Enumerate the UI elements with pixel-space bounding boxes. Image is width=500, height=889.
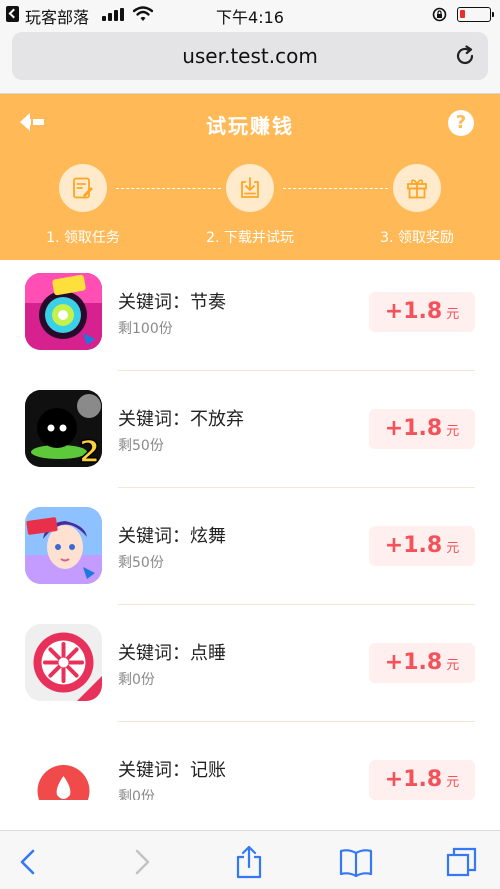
step-2-circle xyxy=(226,164,274,212)
page-title: 试玩赚钱 xyxy=(206,114,294,138)
app-icon-give-it-up: 2 xyxy=(25,390,102,467)
task-remaining: 剩50份 xyxy=(118,438,164,454)
reward-amount: +1.8 xyxy=(384,416,443,441)
bookmarks-icon[interactable] xyxy=(339,845,373,879)
reward-amount: +1.8 xyxy=(384,767,443,792)
step-2-label: 2. 下载并试玩 xyxy=(206,230,294,246)
app-icon-dance-game xyxy=(25,507,102,584)
divider xyxy=(118,604,475,605)
page-header: 试玩赚钱 ? 1. 领取任务 2. 下载并试玩 3. 领取奖励 xyxy=(0,94,500,260)
download-tray-icon xyxy=(241,177,259,198)
address-bar[interactable]: user.test.com xyxy=(12,32,488,80)
task-remaining: 剩0份 xyxy=(118,672,155,688)
url-text: user.test.com xyxy=(182,44,318,68)
task-item[interactable]: 关键词：炫舞 剩50份 +1.8 元 xyxy=(0,494,500,611)
battery-icon xyxy=(457,7,494,22)
divider xyxy=(118,721,475,722)
reward-button[interactable]: +1.8 元 xyxy=(369,292,475,332)
clock: 下午4:16 xyxy=(216,8,284,27)
divider xyxy=(118,487,475,488)
forward-icon xyxy=(135,849,150,875)
task-item[interactable]: 2 关键词：不放弃 剩50份 +1.8 元 xyxy=(0,377,500,494)
reward-amount: +1.8 xyxy=(384,299,443,324)
step-1-circle xyxy=(59,164,107,212)
task-keyword: 关键词：点睡 xyxy=(118,643,226,664)
reload-icon[interactable] xyxy=(454,45,476,67)
task-remaining: 剩100份 xyxy=(118,321,173,337)
step-connector xyxy=(116,188,221,189)
reward-button[interactable]: +1.8 元 xyxy=(369,643,475,683)
task-item[interactable]: 关键词：节奏 剩100份 +1.8 元 xyxy=(0,260,500,377)
task-keyword: 关键词：不放弃 xyxy=(118,409,244,430)
reward-unit: 元 xyxy=(446,424,460,439)
task-item[interactable]: 关键词：记账 剩0份 +1.8 元 xyxy=(0,728,500,800)
reward-unit: 元 xyxy=(446,775,460,790)
divider xyxy=(118,370,475,371)
tabs-icon[interactable] xyxy=(445,845,479,879)
step-1-label: 1. 领取任务 xyxy=(46,230,120,246)
app-icon-sleep-app xyxy=(25,624,102,701)
app-icon-accounting-app xyxy=(25,741,102,800)
svg-text:2: 2 xyxy=(79,435,100,467)
task-item[interactable]: 关键词：点睡 剩0份 +1.8 元 xyxy=(0,611,500,728)
step-3-label: 3. 领取奖励 xyxy=(380,230,454,246)
task-keyword: 关键词：节奏 xyxy=(118,292,226,313)
task-keyword: 关键词：记账 xyxy=(118,760,226,781)
reward-unit: 元 xyxy=(446,541,460,556)
task-remaining: 剩50份 xyxy=(118,555,164,571)
step-3-circle xyxy=(393,164,441,212)
app-icon-rhythm-game xyxy=(25,273,102,350)
share-icon[interactable] xyxy=(232,845,266,879)
reward-unit: 元 xyxy=(446,307,460,322)
reward-button[interactable]: +1.8 元 xyxy=(369,409,475,449)
browser-address-area: user.test.com xyxy=(0,28,500,94)
step-connector xyxy=(283,188,388,189)
reward-amount: +1.8 xyxy=(384,650,443,675)
task-keyword: 关键词：炫舞 xyxy=(118,526,226,547)
reward-button[interactable]: +1.8 元 xyxy=(369,760,475,800)
status-bar: 玩客部落 下午4:16 xyxy=(0,0,500,28)
task-remaining: 剩0份 xyxy=(118,789,155,800)
help-icon[interactable]: ? xyxy=(448,110,474,136)
reward-amount: +1.8 xyxy=(384,533,443,558)
orientation-lock-icon xyxy=(432,7,447,22)
back-icon[interactable] xyxy=(12,845,46,879)
reward-unit: 元 xyxy=(446,658,460,673)
gift-icon xyxy=(407,179,427,199)
reward-button[interactable]: +1.8 元 xyxy=(369,526,475,566)
task-list[interactable]: 关键词：节奏 剩100份 +1.8 元 2 关键词：不放弃 剩50份 +1.8 元 xyxy=(0,260,500,800)
browser-toolbar xyxy=(0,830,500,889)
clipboard-edit-icon xyxy=(73,177,93,199)
